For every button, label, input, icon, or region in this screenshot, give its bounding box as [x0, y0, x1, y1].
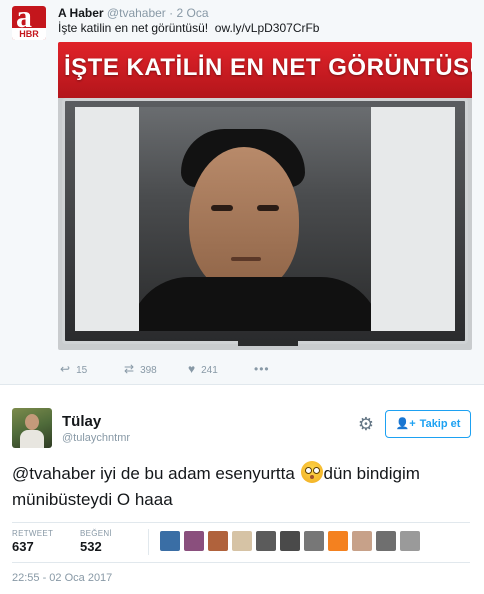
- tulay-avatar[interactable]: [12, 408, 52, 448]
- quoted-tweet-header: A Haber @tvahaber · 2 Oca: [58, 6, 209, 20]
- follow-button[interactable]: 👤+ Takip et: [385, 410, 471, 438]
- quoted-tweet-link[interactable]: ow.ly/vLpD307CrFb: [215, 21, 320, 35]
- tv-frame: [62, 98, 468, 344]
- liker-avatar[interactable]: [208, 531, 228, 551]
- reply-icon: ↩: [60, 362, 71, 376]
- ahaber-avatar[interactable]: a HBR: [12, 6, 46, 40]
- retweet-count: 398: [140, 365, 157, 376]
- reply-count: 15: [76, 365, 88, 376]
- like-button[interactable]: ♥ 241: [188, 362, 218, 376]
- like-count: 241: [201, 365, 218, 376]
- retweet-stat-label: RETWEET: [12, 529, 54, 538]
- liker-avatar[interactable]: [160, 531, 180, 551]
- tweet-text: @tvahaber iyi de bu adam esenyurtta dün …: [12, 461, 474, 513]
- heart-icon: ♥: [188, 362, 196, 376]
- divider: [12, 522, 470, 523]
- reply-button[interactable]: ↩ 15: [60, 362, 87, 376]
- tweet-timestamp[interactable]: 22:55 - 02 Oca 2017: [12, 572, 112, 584]
- retweet-icon: ⇄: [124, 362, 135, 376]
- like-stat-label: BEĞENİ: [80, 529, 113, 538]
- liker-avatar[interactable]: [256, 531, 276, 551]
- follow-label: Takip et: [419, 418, 461, 430]
- author-name[interactable]: Tülay: [62, 413, 101, 430]
- liker-avatar[interactable]: [232, 531, 252, 551]
- quoted-tweet-time[interactable]: 2 Oca: [177, 6, 209, 20]
- follow-user-icon: 👤+: [395, 418, 416, 430]
- tweet-text-part1: @tvahaber iyi de bu adam esenyurtta: [12, 464, 300, 483]
- tv-stand: [238, 340, 298, 346]
- more-icon[interactable]: •••: [254, 362, 270, 376]
- quoted-tweet[interactable]: a HBR A Haber @tvahaber · 2 Oca İşte kat…: [0, 0, 484, 385]
- liker-avatar[interactable]: [304, 531, 324, 551]
- like-stat-count[interactable]: 532: [80, 539, 102, 554]
- quoted-author-name[interactable]: A Haber: [58, 6, 104, 20]
- liker-avatar[interactable]: [400, 531, 420, 551]
- flushed-face-emoji-icon: [300, 461, 323, 483]
- quoted-tweet-text: İşte katilin en net görüntüsü! ow.ly/vLp…: [58, 21, 319, 35]
- retweet-stat-count[interactable]: 637: [12, 539, 34, 554]
- divider: [12, 562, 470, 563]
- liker-avatar[interactable]: [376, 531, 396, 551]
- avatar-badge: HBR: [12, 28, 46, 40]
- liker-avatar[interactable]: [352, 531, 372, 551]
- quoted-author-handle[interactable]: @tvahaber: [107, 6, 166, 20]
- author-handle[interactable]: @tulaychntmr: [62, 432, 130, 444]
- retweet-button[interactable]: ⇄ 398: [124, 362, 157, 376]
- suspect-photo: [139, 107, 371, 331]
- news-banner: İŞTE KATİLİN EN NET GÖRÜNTÜSÜ: [58, 42, 472, 98]
- news-banner-text: İŞTE KATİLİN EN NET GÖRÜNTÜSÜ: [64, 54, 472, 81]
- quoted-tweet-image[interactable]: İŞTE KATİLİN EN NET GÖRÜNTÜSÜ: [58, 42, 472, 350]
- liker-avatar[interactable]: [184, 531, 204, 551]
- separator-dot: ·: [169, 6, 174, 20]
- stat-separator: [148, 529, 149, 555]
- liker-avatar[interactable]: [280, 531, 300, 551]
- tv-screen: [75, 107, 455, 331]
- gear-icon[interactable]: ⚙: [356, 414, 376, 434]
- liker-avatar[interactable]: [328, 531, 348, 551]
- quoted-text-body: İşte katilin en net görüntüsü!: [58, 21, 209, 35]
